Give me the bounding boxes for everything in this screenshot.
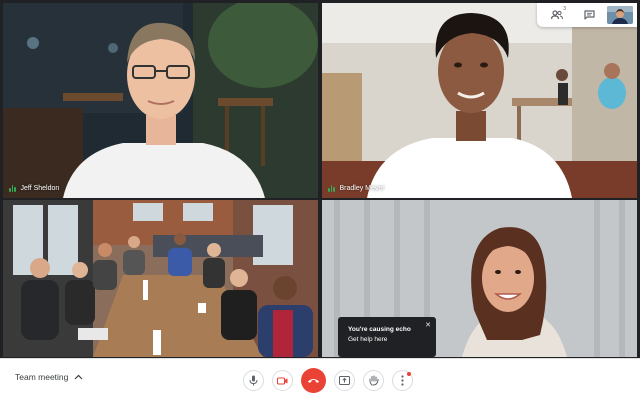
participant-video-2 [322,3,637,198]
people-count: 3 [563,6,566,12]
bottom-bar: Team meeting [0,358,640,401]
video-grid: Jeff Sheldon Bradley Meyer 3 You're caus… [0,0,640,363]
present-screen-icon [339,376,350,385]
more-options-button[interactable] [392,370,413,391]
participant-name: Bradley Meyer [339,185,385,192]
participant-video-3 [3,200,318,357]
end-call-icon [308,379,319,383]
meeting-details-toggle[interactable]: Team meeting [15,372,83,382]
camera-icon [277,376,288,385]
participant-name-tag: Jeff Sheldon [9,185,59,192]
self-view-thumbnail[interactable] [607,6,633,24]
present-screen-button[interactable] [334,370,355,391]
call-controls [243,368,413,393]
mic-icon [249,375,258,386]
participant-name-tag: Bradley Meyer [328,185,385,192]
camera-button[interactable] [272,370,293,391]
participant-tile-1[interactable]: Jeff Sheldon [3,3,318,198]
self-video [607,6,633,24]
participant-tile-3[interactable] [3,200,318,357]
toast-title: You're causing echo [348,326,411,333]
chat-button[interactable] [575,5,603,25]
audio-level-icon [328,185,335,192]
meeting-title: Team meeting [15,372,69,382]
more-options-icon [401,375,404,386]
end-call-button[interactable] [301,368,326,393]
people-icon [551,10,563,20]
raise-hand-button[interactable] [363,370,384,391]
participant-tile-2[interactable]: Bradley Meyer [322,3,637,198]
chat-icon [583,10,595,20]
help-link[interactable]: Get help here [348,335,426,345]
audio-level-icon [9,185,16,192]
chevron-up-icon [74,374,83,380]
top-controls: 3 [537,3,637,27]
people-button[interactable]: 3 [543,5,571,25]
close-icon[interactable]: ✕ [425,320,431,331]
raise-hand-icon [369,375,378,386]
mic-button[interactable] [243,370,264,391]
participant-video-1 [3,3,318,198]
participant-name: Jeff Sheldon [20,185,60,192]
echo-warning-toast: You're causing echo Get help here ✕ [338,317,436,363]
notification-dot [407,372,411,376]
